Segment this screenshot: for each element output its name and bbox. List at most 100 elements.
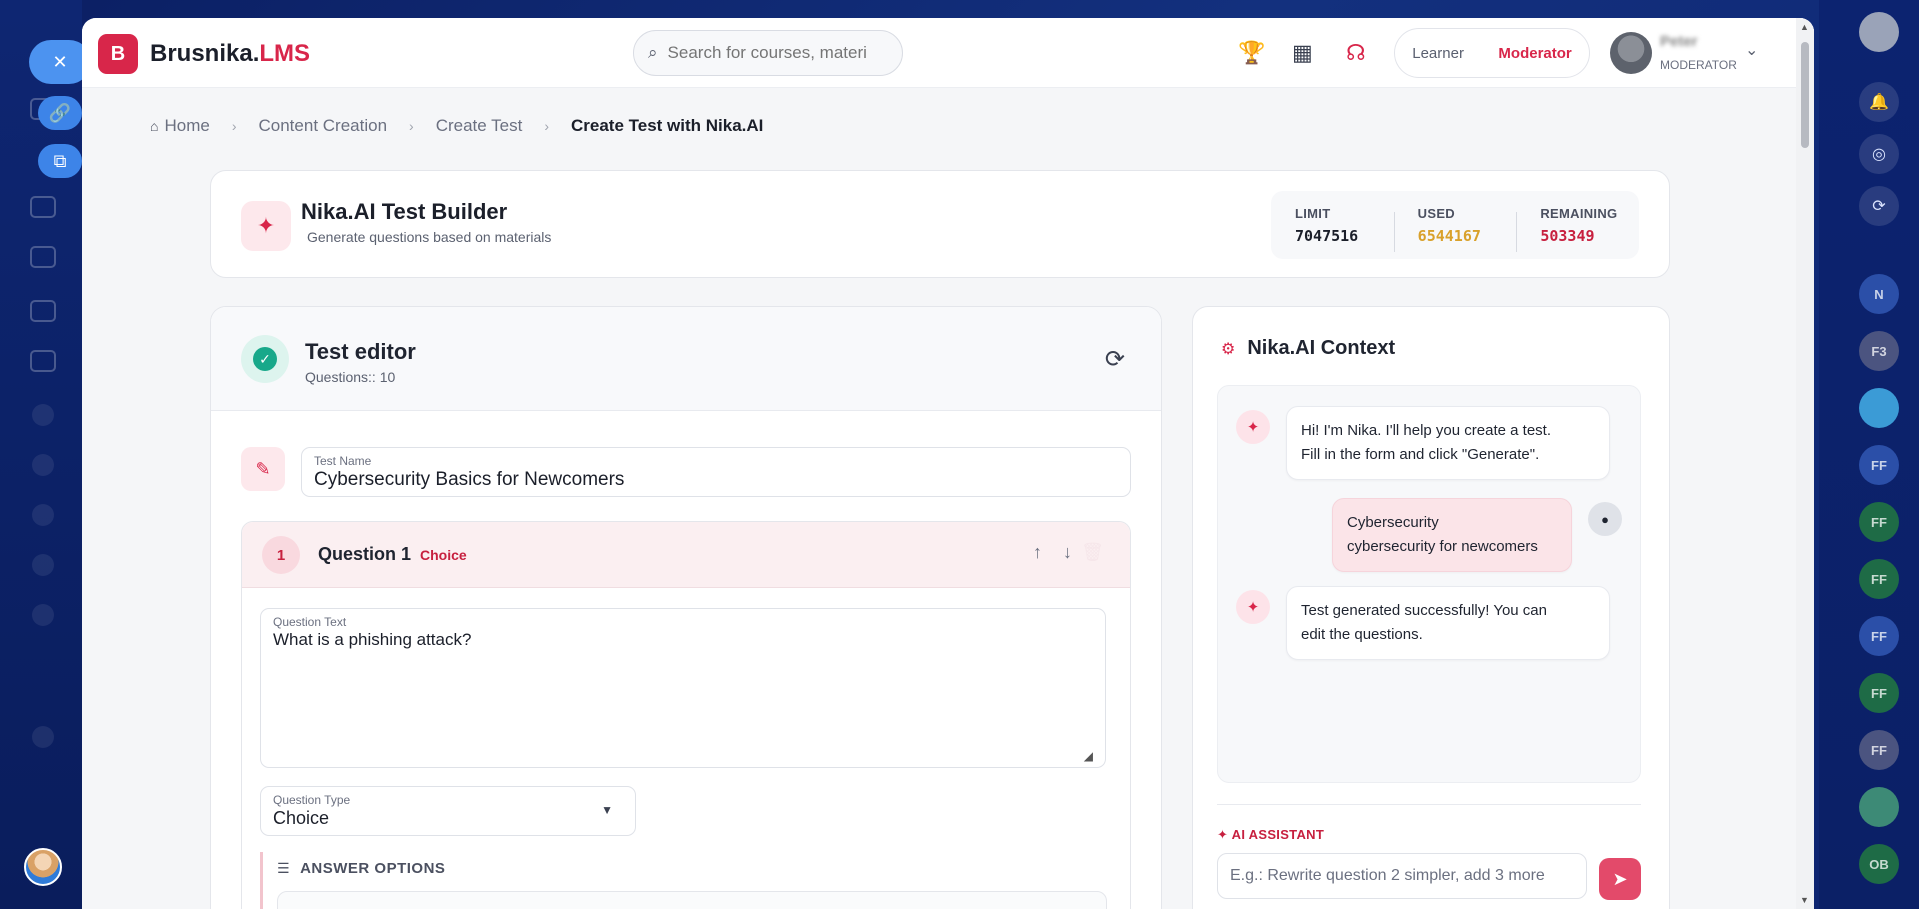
answer-option-row[interactable]	[277, 891, 1107, 909]
refresh-icon[interactable]: ⟳	[1105, 345, 1125, 374]
chat-chip-icon[interactable]	[1859, 388, 1899, 428]
home-icon: ⌂	[150, 118, 159, 134]
card-icon	[30, 196, 56, 218]
top-bar: B Brusnika.LMS ⌕ 🏆 ▦ ☊ Learner Moderator…	[82, 18, 1814, 88]
stat-label: REMAINING	[1540, 205, 1618, 221]
editor-title: Test editor	[305, 339, 416, 364]
settings-icon	[32, 726, 54, 748]
menu-dot-icon	[32, 604, 54, 626]
edit-list-icon: ✎	[241, 447, 285, 491]
fingerprint-icon[interactable]: ◎	[1859, 134, 1899, 174]
divider	[1217, 804, 1641, 805]
chevron-down-icon[interactable]: ⌄	[1745, 40, 1758, 60]
sparkles-icon: ✦	[1236, 410, 1270, 444]
user-icon: ●	[1588, 502, 1622, 536]
question-type-value[interactable]: Choice	[273, 808, 623, 829]
usage-stats: LIMIT 7047516 USED 6544167 REMAINING 503…	[1271, 191, 1639, 259]
contact-chip[interactable]: OB	[1859, 844, 1899, 884]
ai-context-title-text: Nika.AI Context	[1247, 337, 1396, 359]
stat-used: USED 6544167	[1393, 206, 1517, 252]
ai-assistant-label-text: AI ASSISTANT	[1231, 827, 1325, 842]
question-type-label: Question Type	[273, 793, 351, 807]
question-title: Question 1	[318, 544, 412, 564]
ai-assistant-input[interactable]	[1217, 853, 1587, 899]
trophy-icon[interactable]: 🏆	[1238, 40, 1265, 66]
contact-chip[interactable]: FF	[1859, 502, 1899, 542]
open-external-button[interactable]: ⧉	[38, 144, 82, 178]
answer-options-section: ☰ ANSWER OPTIONS	[260, 852, 1130, 909]
scroll-down-icon[interactable]: ▼	[1800, 895, 1809, 905]
chevron-right-icon: ›	[409, 118, 414, 134]
search-icon: ⌕	[648, 43, 658, 62]
contact-chip[interactable]: N	[1859, 274, 1899, 314]
moderator-role-button[interactable]: Moderator	[1498, 45, 1571, 62]
menu-dot-icon	[32, 454, 54, 476]
support-headset-icon[interactable]: ☊	[1346, 40, 1366, 66]
breadcrumb-create-test[interactable]: Create Test	[436, 116, 523, 136]
user-name: Peter	[1660, 33, 1698, 50]
builder-header-card: ✦ Nika.AI Test Builder Generate question…	[210, 170, 1670, 278]
message-line: Cybersecurity	[1347, 514, 1439, 531]
scrollbar-thumb[interactable]	[1801, 42, 1809, 148]
contact-chip[interactable]: F3	[1859, 331, 1899, 371]
learner-role-button[interactable]: Learner	[1412, 45, 1464, 62]
arrow-down-icon[interactable]: ↓	[1063, 542, 1072, 563]
question-type-select[interactable]: Question Type Choice ▼	[260, 786, 636, 836]
brand-logo[interactable]: B	[98, 34, 138, 74]
scroll-up-icon[interactable]: ▲	[1800, 22, 1809, 32]
search-bar[interactable]: ⌕	[633, 30, 903, 76]
send-button[interactable]: ➤	[1599, 858, 1641, 900]
send-icon: ➤	[1612, 868, 1628, 889]
bot-message: Hi! I'm Nika. I'll help you create a tes…	[1286, 406, 1610, 480]
ai-context-panel: ⚙ Nika.AI Context ✦ Hi! I'm Nika. I'll h…	[1192, 306, 1670, 909]
arrow-up-icon[interactable]: ↑	[1033, 542, 1042, 563]
menu-dot-icon	[32, 404, 54, 426]
menu-dot-icon	[32, 554, 54, 576]
question-card: 1 Question 1 Choice ↑ ↓ 🗑 Question Text …	[241, 521, 1131, 909]
breadcrumb-home[interactable]: Home	[164, 116, 209, 136]
stat-value: 7047516	[1295, 226, 1359, 245]
calendar-icon	[30, 246, 56, 268]
resize-handle-icon[interactable]: ◢	[1084, 749, 1093, 763]
checklist-icon: ☰	[277, 860, 291, 876]
sync-icon[interactable]: ⟳	[1859, 186, 1899, 226]
stat-label: LIMIT	[1295, 205, 1331, 221]
profile-avatar[interactable]	[1859, 12, 1899, 52]
bell-icon[interactable]: 🔔	[1859, 82, 1899, 122]
message-line: Hi! I'm Nika. I'll help you create a tes…	[1301, 422, 1551, 439]
right-sidebar: 🔔 ◎ ⟳ N F3 FF FF FF FF FF FF OB	[1819, 0, 1919, 909]
stat-value: 6544167	[1417, 226, 1481, 245]
copy-link-button[interactable]: 🔗	[38, 96, 82, 130]
link-icon: 🔗	[48, 102, 72, 123]
contact-chip[interactable]: FF	[1859, 559, 1899, 599]
user-avatar[interactable]	[1610, 32, 1652, 74]
contact-chip[interactable]: FF	[1859, 673, 1899, 713]
test-name-value[interactable]: Cybersecurity Basics for Newcomers	[314, 469, 1118, 491]
contact-chip[interactable]: FF	[1859, 616, 1899, 656]
ai-context-title: ⚙ Nika.AI Context	[1221, 337, 1395, 360]
breadcrumb-content-creation[interactable]: Content Creation	[259, 116, 388, 136]
stat-limit: LIMIT 7047516	[1271, 206, 1394, 245]
group-chip-icon[interactable]	[1859, 787, 1899, 827]
contact-chip[interactable]: FF	[1859, 730, 1899, 770]
question-text-value[interactable]: What is a phishing attack?	[273, 630, 1093, 650]
question-header: 1 Question 1 Choice ↑ ↓ 🗑	[242, 522, 1130, 588]
contact-chip[interactable]: FF	[1859, 445, 1899, 485]
filter-icon	[30, 300, 56, 322]
role-switch: Learner Moderator	[1394, 28, 1590, 78]
brand-name[interactable]: Brusnika.LMS	[150, 40, 310, 68]
brand-name-accent: LMS	[259, 40, 311, 67]
answer-options-heading: ANSWER OPTIONS	[300, 860, 446, 877]
question-text-field[interactable]: Question Text What is a phishing attack?…	[260, 608, 1106, 768]
brand-name-main: Brusnika.	[150, 40, 260, 67]
cpu-icon: ⚙	[1221, 340, 1236, 358]
page-title: Nika.AI Test Builder	[301, 199, 508, 224]
map-icon[interactable]: ▦	[1292, 40, 1313, 66]
page-scrollbar[interactable]: ▲ ▼	[1796, 18, 1814, 909]
search-input[interactable]	[667, 43, 888, 63]
support-avatar[interactable]	[24, 848, 62, 886]
delete-icon[interactable]: 🗑	[1081, 542, 1104, 563]
test-name-field[interactable]: Test Name Cybersecurity Basics for Newco…	[301, 447, 1131, 497]
caret-down-icon[interactable]: ▼	[601, 803, 613, 817]
bot-message: Test generated successfully! You can edi…	[1286, 586, 1610, 660]
